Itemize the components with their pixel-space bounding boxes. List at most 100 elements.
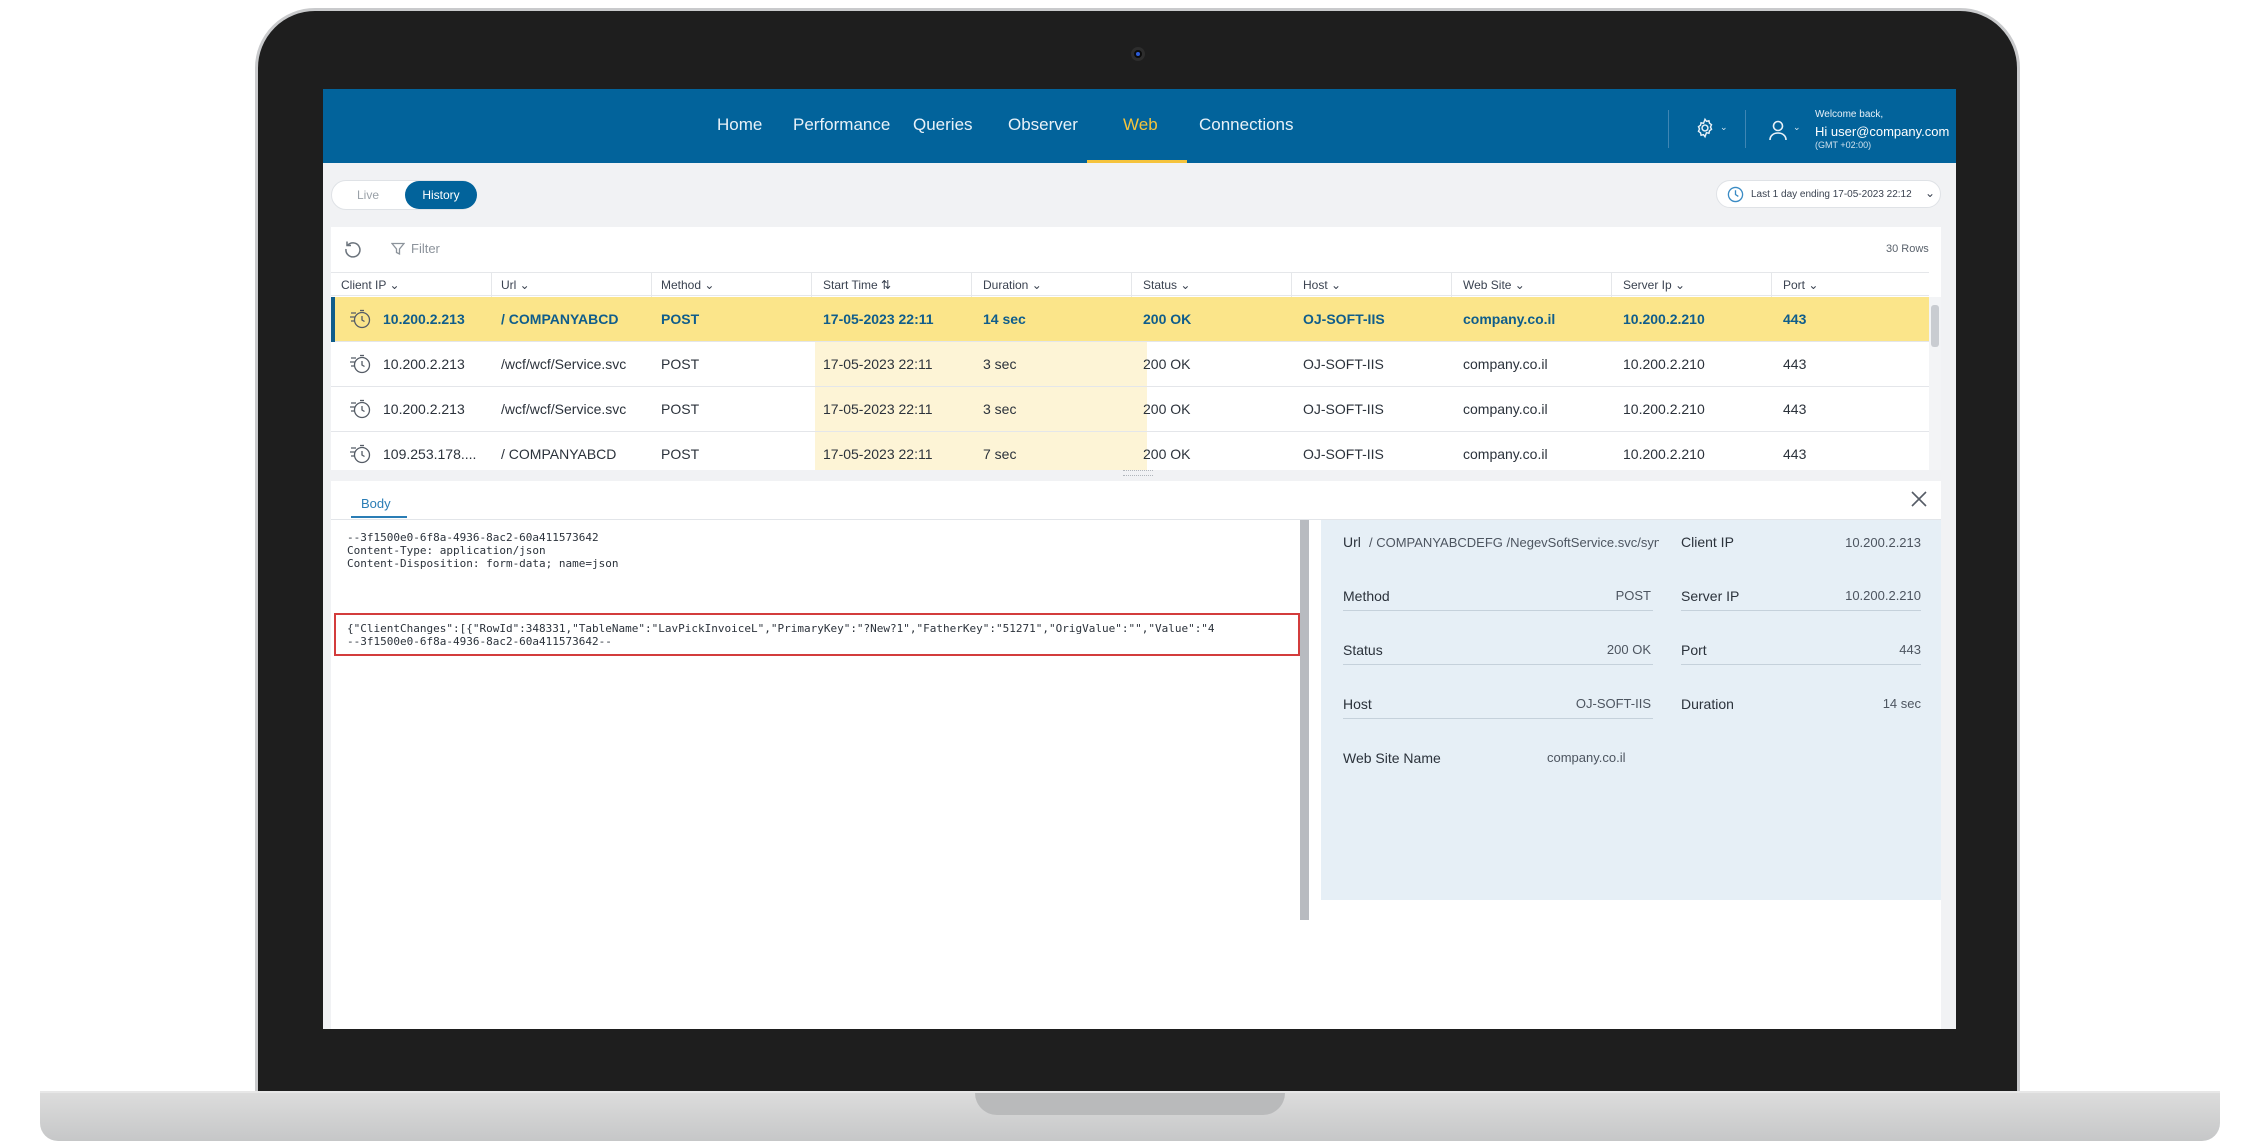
- client-ip-label: Client IP: [1681, 534, 1734, 550]
- table-cell: 17-05-2023 22:11: [823, 401, 933, 417]
- top-nav-bar: Home Performance Queries Observer Web Co…: [323, 89, 1956, 163]
- time-range-label: Last 1 day ending 17-05-2023 22:12: [1751, 189, 1912, 200]
- table-cell: 200 OK: [1143, 446, 1191, 462]
- column-header[interactable]: Client IP ⌄: [341, 278, 400, 292]
- table-cell: 7 sec: [983, 446, 1017, 462]
- column-header[interactable]: Method ⌄: [661, 278, 714, 292]
- divider: [1668, 110, 1669, 148]
- filter-icon[interactable]: [390, 242, 406, 261]
- status-label: Status: [1343, 642, 1383, 658]
- table-cell: 109.253.178....: [383, 446, 477, 462]
- request-icon: [349, 352, 373, 381]
- website-value: company.co.il: [1547, 750, 1626, 765]
- table-cell: 443: [1783, 311, 1807, 327]
- requests-table: Filter 30 Rows Client IP ⌄ Url ⌄ Method …: [331, 227, 1941, 470]
- app-screen: Home Performance Queries Observer Web Co…: [323, 89, 1956, 1029]
- laptop-notch: [975, 1093, 1285, 1115]
- table-cell: /wcf/wcf/Service.svc: [501, 356, 627, 372]
- table-cell: POST: [661, 311, 700, 327]
- table-cell: / COMPANYABCD: [501, 446, 617, 462]
- time-range-picker[interactable]: Last 1 day ending 17-05-2023 22:12 ⌄: [1716, 180, 1941, 208]
- body-scrollbar[interactable]: [1300, 520, 1309, 920]
- divider: [1745, 110, 1746, 148]
- table-cell: 17-05-2023 22:11: [823, 311, 934, 327]
- gear-icon[interactable]: [1694, 117, 1716, 144]
- scroll-thumb[interactable]: [1931, 305, 1939, 347]
- nav-web[interactable]: Web: [1123, 115, 1158, 135]
- chevron-down-icon[interactable]: ⌄: [1793, 122, 1801, 133]
- table-scrollbar[interactable]: [1929, 297, 1941, 470]
- client-ip-value: 10.200.2.213: [1845, 535, 1921, 550]
- table-row[interactable]: 10.200.2.213 / COMPANYABCD POST 17-05-2023 …: [331, 297, 1929, 342]
- table-cell: company.co.il: [1463, 401, 1548, 417]
- table-cell: 3 sec: [983, 356, 1017, 372]
- table-cell: company.co.il: [1463, 446, 1548, 462]
- website-label: Web Site Name: [1343, 750, 1441, 766]
- column-header[interactable]: Start Time ⇅: [823, 278, 891, 292]
- user-greeting: Hi user@company.com: [1815, 124, 1950, 139]
- timezone-text: (GMT +02:00): [1815, 140, 1872, 150]
- pane-splitter-handle[interactable]: [1123, 470, 1153, 476]
- table-cell: 10.200.2.210: [1623, 401, 1705, 417]
- table-cell: POST: [661, 356, 700, 372]
- column-header[interactable]: Status ⌄: [1143, 278, 1190, 292]
- refresh-icon[interactable]: [343, 239, 363, 264]
- table-cell: 200 OK: [1143, 311, 1192, 327]
- host-value: OJ-SOFT-IIS: [1575, 696, 1651, 711]
- url-value: / COMPANYABCDEFG /NegevSoftService.svc/s…: [1369, 535, 1659, 550]
- column-header[interactable]: Duration ⌄: [983, 278, 1042, 292]
- table-cell: 3 sec: [983, 401, 1017, 417]
- table-cell: 17-05-2023 22:11: [823, 446, 933, 462]
- table-cell: 17-05-2023 22:11: [823, 356, 933, 372]
- duration-value: 14 sec: [1882, 696, 1921, 711]
- table-cell: 443: [1783, 446, 1807, 462]
- laptop-mockup: Home Performance Queries Observer Web Co…: [0, 0, 2253, 1143]
- table-cell: 200 OK: [1143, 356, 1191, 372]
- nav-queries[interactable]: Queries: [913, 115, 973, 135]
- table-header: Client IP ⌄ Url ⌄ Method ⌄ Start Time ⇅ …: [331, 272, 1929, 297]
- clock-icon: [1727, 186, 1744, 206]
- chevron-down-icon: ⌄: [1925, 186, 1936, 200]
- tab-body[interactable]: Body: [361, 496, 391, 511]
- table-cell: 10.200.2.210: [1623, 446, 1705, 462]
- table-cell: POST: [661, 446, 700, 462]
- nav-active-indicator: [1087, 160, 1187, 163]
- table-cell: 10.200.2.213: [383, 311, 465, 327]
- detail-panel: Body --3f1500e0-6f8a-4936-8ac2-60a411573…: [331, 481, 1941, 1029]
- nav-performance[interactable]: Performance: [793, 115, 890, 135]
- status-value: 200 OK: [1606, 642, 1651, 657]
- column-header[interactable]: Server Ip ⌄: [1623, 278, 1685, 292]
- close-icon[interactable]: [1910, 490, 1928, 513]
- request-icon: [349, 397, 373, 426]
- table-cell: POST: [661, 401, 700, 417]
- server-ip-value: 10.200.2.210: [1845, 588, 1921, 603]
- column-header[interactable]: Url ⌄: [501, 278, 530, 292]
- table-cell: 443: [1783, 401, 1807, 417]
- nav-observer[interactable]: Observer: [1008, 115, 1078, 135]
- chevron-down-icon[interactable]: ⌄: [1720, 122, 1728, 133]
- filter-input[interactable]: Filter: [411, 241, 440, 256]
- nav-home[interactable]: Home: [717, 115, 762, 135]
- request-icon: [349, 307, 373, 336]
- column-header[interactable]: Host ⌄: [1303, 278, 1341, 292]
- body-json-line: {"ClientChanges":[{"RowId":348331,"Table…: [347, 622, 1215, 635]
- live-button[interactable]: Live: [357, 188, 379, 202]
- user-icon[interactable]: [1768, 119, 1788, 146]
- column-header[interactable]: Port ⌄: [1783, 278, 1818, 292]
- nav-connections[interactable]: Connections: [1199, 115, 1294, 135]
- table-row[interactable]: 109.253.178.... / COMPANYABCD POST 17-05-20…: [331, 432, 1929, 470]
- selected-row-indicator: [331, 297, 335, 342]
- url-label: Url: [1343, 534, 1361, 550]
- table-cell: /wcf/wcf/Service.svc: [501, 401, 627, 417]
- history-button[interactable]: History: [405, 181, 477, 209]
- body-line: Content-Type: application/json: [347, 544, 546, 557]
- column-header[interactable]: Web Site ⌄: [1463, 278, 1525, 292]
- table-cell: 10.200.2.210: [1623, 311, 1705, 327]
- table-row[interactable]: 10.200.2.213/wcf/wcf/Service.svc POST 17-0…: [331, 342, 1929, 387]
- rows-count: 30 Rows: [1886, 243, 1929, 255]
- request-body-pane[interactable]: --3f1500e0-6f8a-4936-8ac2-60a411573642 C…: [331, 520, 1311, 920]
- method-label: Method: [1343, 588, 1390, 604]
- table-cell: 10.200.2.213: [383, 401, 465, 417]
- table-row[interactable]: 10.200.2.213/wcf/wcf/Service.svc POST 17-0…: [331, 387, 1929, 432]
- table-cell: company.co.il: [1463, 356, 1548, 372]
